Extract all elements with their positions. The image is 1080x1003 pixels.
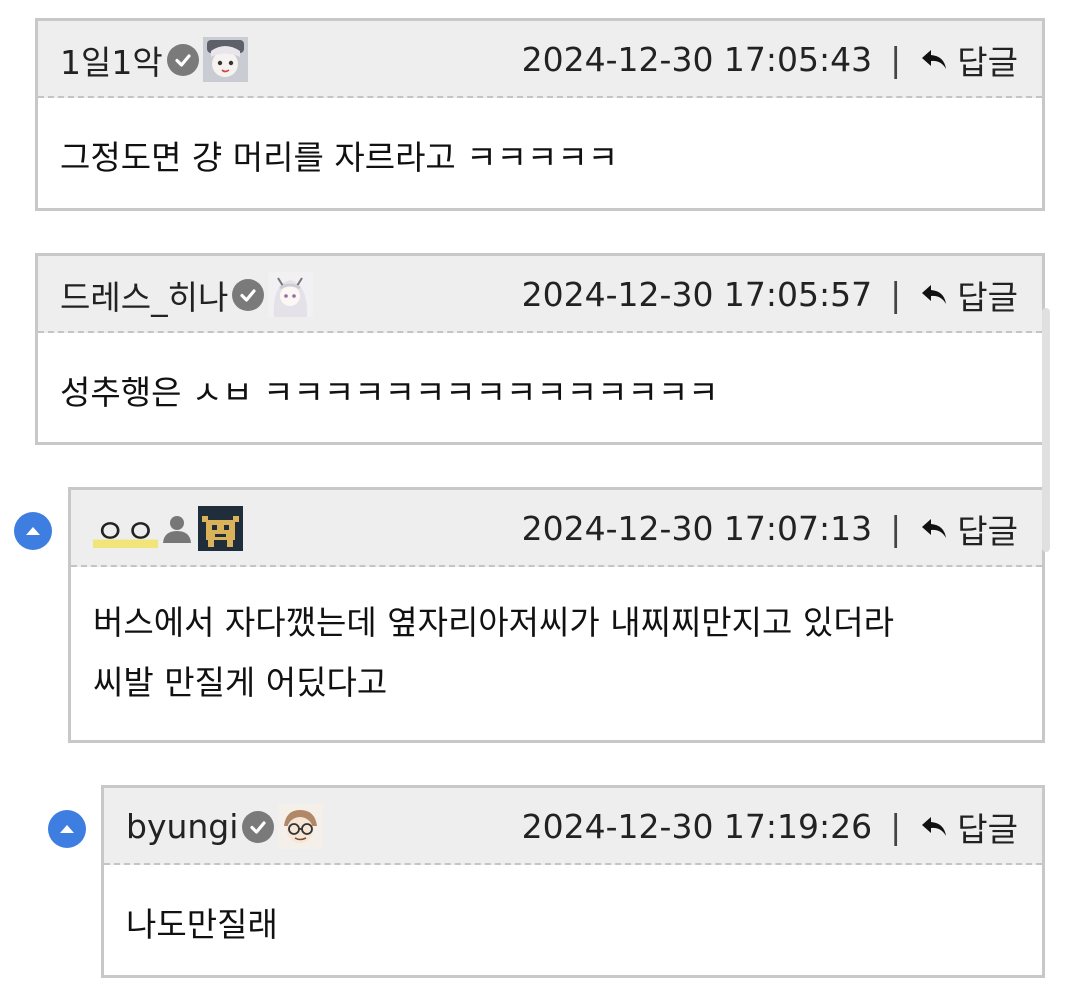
comment-reply: ㅇㅇ 2024-12-30 17:07:13 | 답글 버스에서 자다깼는데 옆… <box>68 487 1045 743</box>
reply-arrow-icon[interactable] <box>919 812 949 842</box>
comment-body: 나도만질래 <box>104 865 1042 977</box>
comment-datetime: 2024-12-30 17:05:57 <box>521 275 873 314</box>
comment-header: 1일1악 2024-12-30 17:05:43 | 답글 <box>38 21 1042 98</box>
comment-meta: 2024-12-30 17:19:26 | 답글 <box>522 788 1018 865</box>
author-name[interactable]: 1일1악 <box>60 36 163 84</box>
comment-header: 드레스_히나 2024-12-30 17:05:57 | 답글 <box>38 256 1042 333</box>
reply-button[interactable]: 답글 <box>957 271 1018 319</box>
comment-meta: 2024-12-30 17:07:13 | 답글 <box>522 490 1018 567</box>
comment-body: 성추행은 ㅅㅂ ㅋㅋㅋㅋㅋㅋㅋㅋㅋㅋㅋㅋㅋㅋㅋ <box>38 333 1042 445</box>
comment-meta: 2024-12-30 17:05:43 | 답글 <box>522 21 1018 98</box>
comment: 1일1악 2024-12-30 17:05:43 | 답글 그정도면 걍 머리를… <box>35 18 1045 211</box>
avatar[interactable] <box>202 37 248 82</box>
reply-arrow-icon[interactable] <box>919 280 949 310</box>
comment-datetime: 2024-12-30 17:19:26 <box>521 807 873 846</box>
user-icon <box>162 515 191 543</box>
collapse-up-icon[interactable] <box>14 512 52 550</box>
reply-button[interactable]: 답글 <box>957 505 1018 553</box>
comment-reply: byungi 2024-12-30 17:19:26 | 답글 나도만질래 <box>101 785 1045 978</box>
comment-body: 버스에서 자다깼는데 옆자리아저씨가 내찌찌만지고 있더라 씨발 만질게 어딨다… <box>71 567 1042 735</box>
divider: | <box>890 509 902 548</box>
author-name[interactable]: byungi <box>126 807 238 846</box>
avatar[interactable] <box>197 506 243 551</box>
comment-text-line: 씨발 만질게 어딨다고 <box>93 663 388 702</box>
comment-header: byungi 2024-12-30 17:19:26 | 답글 <box>104 788 1042 865</box>
comment-datetime: 2024-12-30 17:05:43 <box>521 40 873 79</box>
comment-text-line: 그정도면 걍 머리를 자르라고 ㅋㅋㅋㅋㅋ <box>60 138 619 177</box>
comment-author[interactable]: ㅇㅇ <box>93 490 243 567</box>
comment-header: ㅇㅇ 2024-12-30 17:07:13 | 답글 <box>71 490 1042 567</box>
comment-body: 그정도면 걍 머리를 자르라고 ㅋㅋㅋㅋㅋ <box>38 98 1042 210</box>
comment-meta: 2024-12-30 17:05:57 | 답글 <box>522 256 1018 333</box>
comment-text-line: 버스에서 자다깼는데 옆자리아저씨가 내찌찌만지고 있더라 <box>93 603 894 642</box>
verified-check-icon <box>166 43 199 76</box>
reply-arrow-icon[interactable] <box>919 45 949 75</box>
author-name[interactable]: ㅇㅇ <box>93 504 158 553</box>
scrollbar[interactable] <box>1042 308 1050 552</box>
comment-author[interactable]: byungi <box>126 788 324 865</box>
author-name[interactable]: 드레스_히나 <box>60 271 228 319</box>
comment-datetime: 2024-12-30 17:07:13 <box>521 509 873 548</box>
reply-arrow-icon[interactable] <box>919 514 949 544</box>
verified-check-icon <box>242 810 275 843</box>
comment-text-line: 나도만질래 <box>126 905 278 944</box>
comment-author[interactable]: 드레스_히나 <box>60 256 314 333</box>
reply-button[interactable]: 답글 <box>957 803 1018 851</box>
comment: 드레스_히나 2024-12-30 17:05:57 | 답글 성추행은 ㅅㅂ … <box>35 253 1045 445</box>
verified-check-icon <box>232 278 265 311</box>
avatar[interactable] <box>278 804 324 849</box>
collapse-up-icon[interactable] <box>48 810 86 848</box>
comment-author[interactable]: 1일1악 <box>60 21 248 98</box>
divider: | <box>890 40 902 79</box>
avatar[interactable] <box>268 272 314 317</box>
divider: | <box>890 807 902 846</box>
divider: | <box>890 275 902 314</box>
comment-text-line: 성추행은 ㅅㅂ ㅋㅋㅋㅋㅋㅋㅋㅋㅋㅋㅋㅋㅋㅋㅋ <box>60 373 719 412</box>
reply-button[interactable]: 답글 <box>957 36 1018 84</box>
